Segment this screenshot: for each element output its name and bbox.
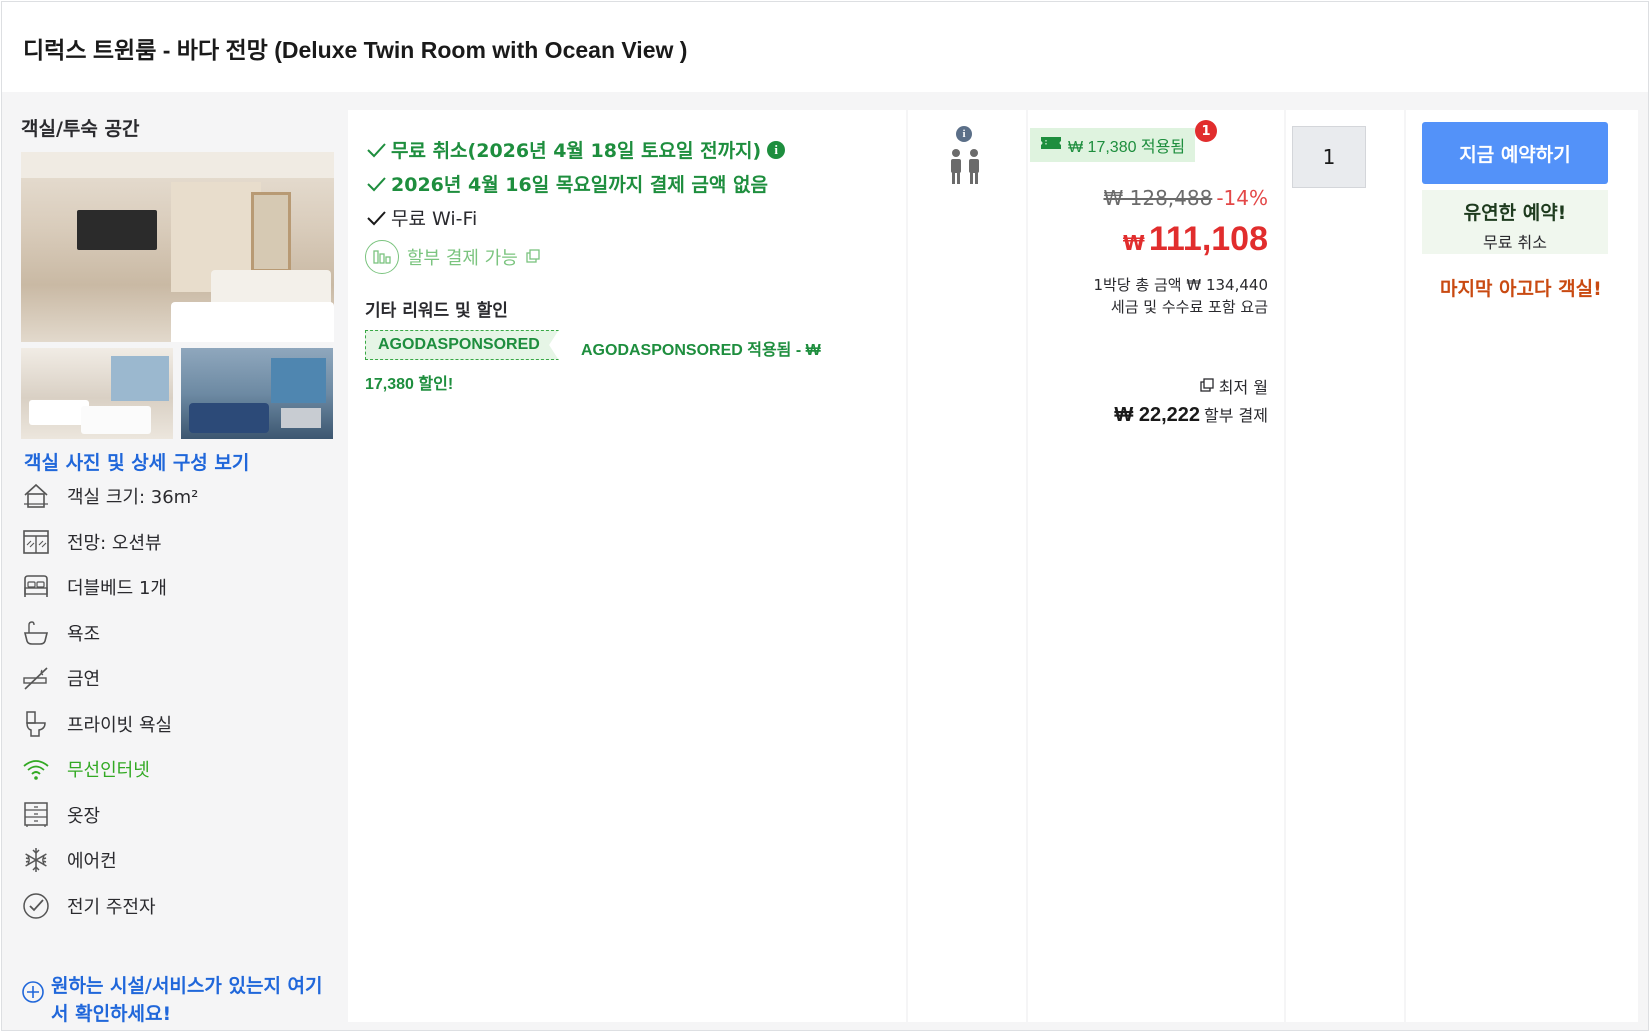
- wifi-icon: [21, 754, 51, 784]
- discount-percent: -14%: [1216, 186, 1268, 210]
- room-type-label: 객실/투숙 공간: [21, 118, 140, 140]
- wifi-benefit-text: 무료 Wi-Fi: [391, 208, 478, 230]
- room-quantity-select[interactable]: 1: [1292, 126, 1366, 188]
- feature-label: 더블베드 1개: [67, 578, 167, 599]
- house-icon: [21, 481, 51, 511]
- room-info-column: 객실/투숙 공간 객실 사진 및 상세 구성 보기 객실 크기: 36m² 전망…: [2, 92, 346, 1030]
- room-photo-thumb-1[interactable]: [21, 348, 173, 439]
- per-night-total: 1박당 총 금액 ₩ 134,440: [1093, 276, 1268, 294]
- feature-label: 무선인터넷: [67, 760, 150, 781]
- original-price-row: ₩ 128,488 -14%: [1103, 186, 1268, 210]
- currency-symbol: ₩: [1122, 231, 1145, 255]
- quantity-panel: 1: [1286, 110, 1404, 1022]
- monthly-installment: ₩ 22,222 할부 결제: [1114, 402, 1268, 427]
- flexible-booking-box: 유연한 예약! 무료 취소: [1422, 190, 1608, 254]
- wardrobe-icon: [21, 800, 51, 830]
- ticket-icon: [1040, 135, 1062, 155]
- tax-note: 세금 및 수수료 포함 요금: [1110, 298, 1268, 316]
- lowest-monthly-label[interactable]: 최저 월: [1200, 374, 1268, 398]
- other-rewards-title: 기타 리워드 및 할인: [365, 301, 508, 321]
- last-room-notice: 마지막 아고다 객실!: [1440, 278, 1602, 300]
- booking-panel: 지금 예약하기 유연한 예약! 무료 취소 마지막 아고다 객실!: [1406, 110, 1638, 1022]
- free-cancel-subtitle: 무료 취소: [1483, 233, 1547, 252]
- guest-info-icon[interactable]: i: [956, 126, 972, 142]
- feature-view: 전망: 오션뷰: [21, 526, 162, 558]
- lowest-month-text: 최저 월: [1218, 378, 1268, 397]
- check-facilities-link[interactable]: 원하는 시설/서비스가 있는지 여기서 확인하세요!: [21, 972, 336, 1028]
- price-details: 1박당 총 금액 ₩ 134,440 세금 및 수수료 포함 요금: [1094, 274, 1268, 318]
- feature-wifi: 무선인터넷: [21, 753, 150, 785]
- external-link-icon: [526, 248, 540, 267]
- no-smoking-icon: [21, 663, 51, 693]
- installment-benefit[interactable]: 할부 결제 가능: [365, 240, 540, 274]
- feature-label: 옷장: [67, 806, 101, 827]
- coupon-applied-badge[interactable]: ₩ 17,380 적용됨: [1030, 128, 1196, 162]
- plus-circle-icon: [21, 980, 45, 1006]
- check-icon: [365, 139, 387, 161]
- feature-label: 에어컨: [67, 851, 117, 872]
- original-price: ₩ 128,488: [1103, 186, 1213, 210]
- price-panel: ₩ 17,380 적용됨 1 ₩ 128,488 -14% ₩111,108 1박…: [1028, 110, 1284, 1022]
- benefit-free-cancel: 무료 취소(2026년 4월 18일 토요일 전까지) i: [365, 136, 786, 163]
- bed-icon: [21, 572, 51, 602]
- final-price: 111,108: [1148, 220, 1268, 258]
- pay-later-text: 2026년 4월 16일 목요일까지 결제 금액 없음: [391, 174, 768, 196]
- feature-bathtub: 욕조: [21, 617, 100, 649]
- external-link-icon: [1200, 377, 1214, 396]
- free-cancel-text: 무료 취소(2026년 4월 18일 토요일 전까지): [391, 140, 762, 162]
- feature-bed: 더블베드 1개: [21, 571, 167, 603]
- monthly-amount: ₩ 22,222: [1114, 404, 1201, 426]
- final-price-row: ₩111,108: [1123, 220, 1268, 259]
- feature-label: 전기 주전자: [67, 897, 156, 918]
- installment-icon: [365, 240, 399, 274]
- benefit-wifi: 무료 Wi-Fi: [365, 204, 477, 231]
- feature-room-size: 객실 크기: 36m²: [21, 480, 198, 512]
- kettle-check-icon: [21, 891, 51, 921]
- benefits-panel: 무료 취소(2026년 4월 18일 토요일 전까지) i 2026년 4월 1…: [348, 110, 906, 1022]
- room-photo-main[interactable]: [21, 152, 334, 342]
- view-room-photos-link[interactable]: 객실 사진 및 상세 구성 보기: [24, 448, 249, 475]
- coupon-count-badge: 1: [1195, 120, 1217, 142]
- feature-label: 프라이빗 욕실: [67, 715, 173, 736]
- info-icon[interactable]: i: [767, 140, 786, 159]
- flexible-booking-title: 유연한 예약!: [1463, 202, 1567, 224]
- feature-wardrobe: 옷장: [21, 799, 100, 831]
- check-facilities-text[interactable]: 원하는 시설/서비스가 있는지 여기서 확인하세요!: [51, 972, 336, 1028]
- room-header: 디럭스 트윈룸 - 바다 전망 (Deluxe Twin Room with O…: [2, 2, 1648, 92]
- feature-private-bathroom: 프라이빗 욕실: [21, 708, 172, 740]
- room-card: 디럭스 트윈룸 - 바다 전망 (Deluxe Twin Room with O…: [1, 1, 1649, 1031]
- promo-code-tag: AGODASPONSORED: [365, 330, 559, 360]
- room-body: 객실/투숙 공간 객실 사진 및 상세 구성 보기 객실 크기: 36m² 전망…: [2, 92, 1648, 1030]
- feature-label: 금연: [67, 669, 101, 690]
- feature-no-smoking: 금연: [21, 662, 100, 694]
- snowflake-icon: [21, 845, 51, 875]
- benefit-pay-later: 2026년 4월 16일 목요일까지 결제 금액 없음: [365, 170, 768, 197]
- window-view-icon: [21, 527, 51, 557]
- feature-air-conditioning: 에어컨: [21, 844, 117, 876]
- toilet-icon: [21, 709, 51, 739]
- monthly-label: 할부 결제: [1204, 406, 1268, 425]
- feature-label: 객실 크기: 36m²: [67, 487, 199, 508]
- book-now-button[interactable]: 지금 예약하기: [1422, 122, 1608, 184]
- room-photo-thumb-2[interactable]: [181, 348, 333, 439]
- guests-panel: i: [908, 110, 1026, 1022]
- feature-label: 전망: 오션뷰: [67, 533, 162, 554]
- room-title[interactable]: 디럭스 트윈룸 - 바다 전망 (Deluxe Twin Room with O…: [23, 31, 687, 65]
- feature-label: 욕조: [67, 624, 101, 645]
- bathtub-icon: [21, 618, 51, 648]
- feature-electric-kettle: 전기 주전자: [21, 890, 156, 922]
- check-icon: [365, 207, 387, 229]
- two-guests-icon: [948, 148, 982, 190]
- coupon-text: ₩ 17,380 적용됨: [1068, 139, 1186, 156]
- check-icon: [365, 173, 387, 195]
- installment-text[interactable]: 할부 결제 가능: [407, 244, 518, 270]
